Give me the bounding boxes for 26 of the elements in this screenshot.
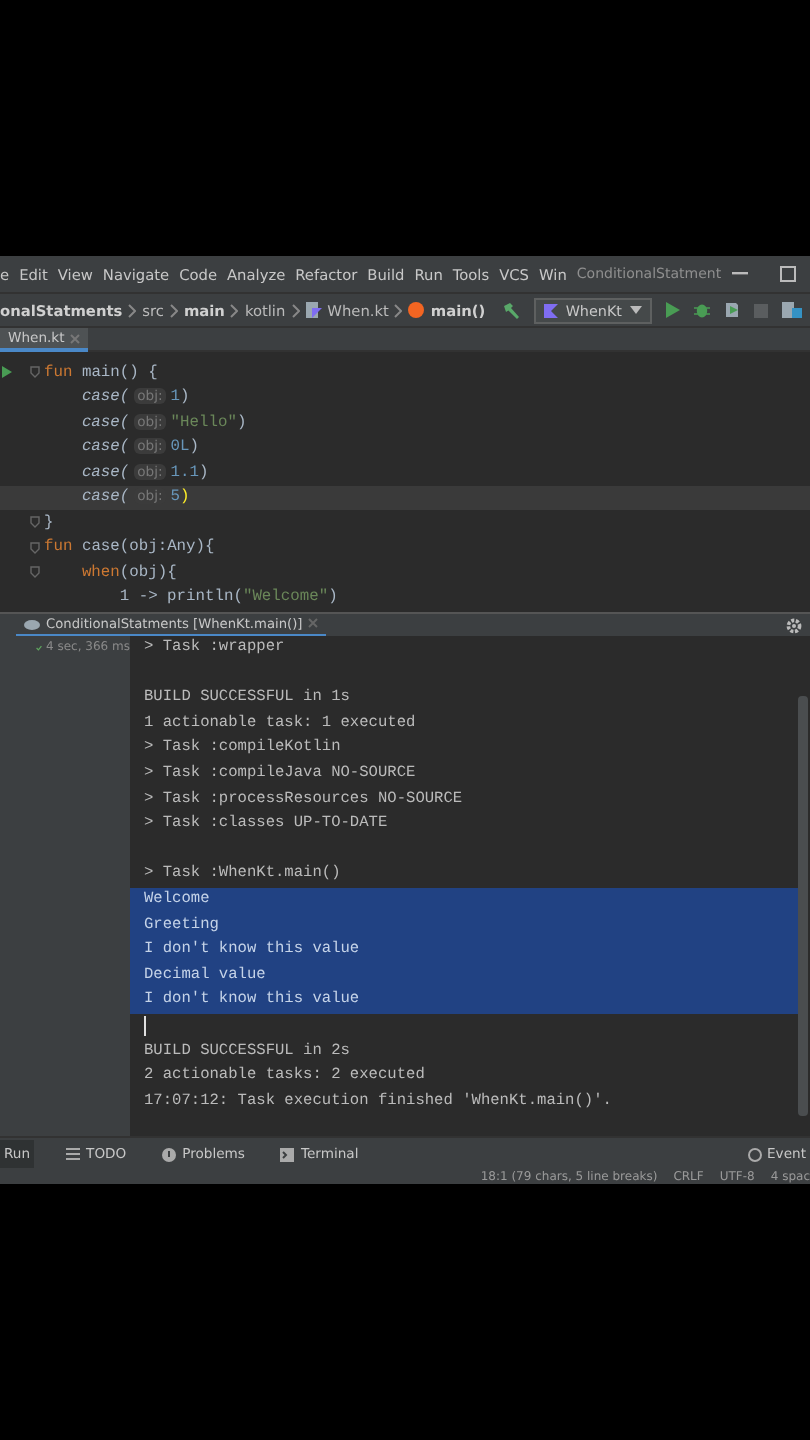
fold-icon[interactable] <box>30 366 40 379</box>
settings-icon[interactable] <box>786 617 802 633</box>
kotlin-icon <box>543 303 558 317</box>
maximize-icon[interactable] <box>779 266 796 282</box>
stop-icon[interactable] <box>754 303 768 317</box>
chevron-icon <box>230 303 239 317</box>
chevron-icon <box>394 303 403 317</box>
list-icon <box>66 1148 81 1160</box>
terminal-icon <box>280 1147 295 1161</box>
check-icon <box>36 643 42 651</box>
run-icon[interactable] <box>666 302 680 318</box>
chevron-icon <box>169 303 178 317</box>
chevron-icon <box>291 303 300 317</box>
bug-icon[interactable] <box>694 302 710 318</box>
scrollbar[interactable] <box>798 696 808 1116</box>
close-icon[interactable] <box>70 333 81 343</box>
minimize-icon[interactable] <box>731 272 748 276</box>
kotlin-file-icon <box>305 302 322 318</box>
close-icon[interactable] <box>308 618 319 628</box>
text-cursor <box>144 1015 146 1036</box>
chevron-icon <box>128 303 137 317</box>
caret-icon <box>630 306 642 314</box>
hammer-icon[interactable] <box>501 301 520 319</box>
info-icon <box>162 1147 177 1161</box>
function-icon <box>408 302 425 318</box>
run-icon[interactable] <box>2 366 12 379</box>
